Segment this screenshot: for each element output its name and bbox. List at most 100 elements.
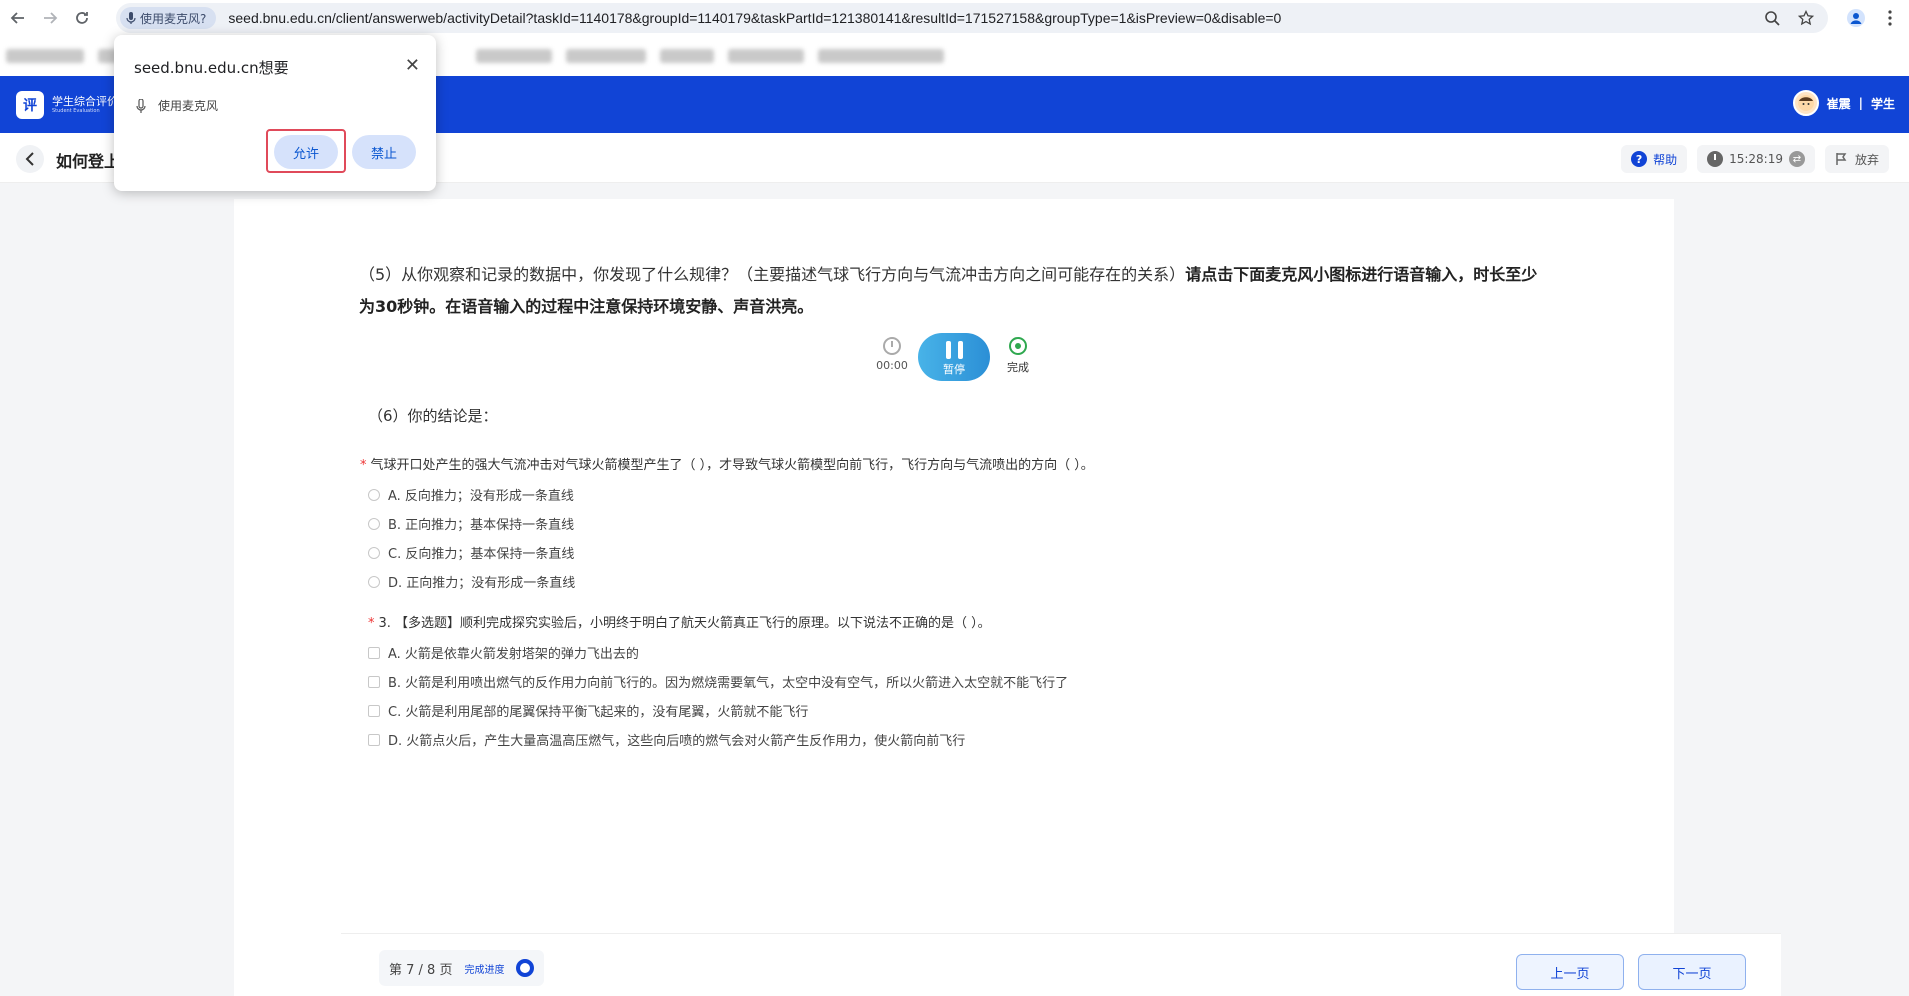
deny-button[interactable]: 禁止: [352, 135, 416, 169]
recorder-timer: 00:00: [874, 337, 910, 372]
done-button[interactable]: 完成: [1000, 337, 1036, 375]
checkbox-option[interactable]: D. 火箭点火后，产生大量高温高压燃气，这些向后喷的燃气会对火箭产生反作用力，使…: [368, 730, 965, 749]
timer-clock-icon: [883, 337, 901, 355]
help-button[interactable]: ? 帮助: [1621, 145, 1688, 173]
browser-menu-icon[interactable]: [1880, 4, 1900, 32]
page-info: 第 7 / 8 页 完成进度: [379, 950, 545, 986]
question-6-label: （6）你的结论是：: [368, 407, 498, 425]
logo-subtitle: Student Evaluation: [52, 107, 100, 114]
blurred-bookmark[interactable]: [660, 49, 714, 63]
done-label: 完成: [1007, 361, 1029, 374]
url-text[interactable]: seed.bnu.edu.cn/client/answerweb/activit…: [228, 10, 1281, 26]
prev-page-button[interactable]: 上一页: [1516, 954, 1624, 990]
page-title: 如何登上: [56, 152, 121, 171]
single-choice-stem: * 气球开口处产生的强大气流冲击对气球火箭模型产生了（ ），才导致气球火箭模型向前…: [360, 454, 1094, 473]
question-5-normal: （5）从你观察和记录的数据中，你发现了什么规律？（主要描述气球飞行方向与气流冲击…: [359, 265, 1186, 284]
help-label: 帮助: [1653, 152, 1678, 167]
browser-toolbar: 使用麦克风? seed.bnu.edu.cn/client/answerweb/…: [0, 0, 1909, 36]
permission-request-label: 使用麦克风: [158, 99, 219, 113]
blurred-bookmark[interactable]: [6, 49, 84, 63]
back-arrow-icon[interactable]: [4, 4, 32, 32]
radio-option[interactable]: A. 反向推力；没有形成一条直线: [368, 485, 574, 504]
option-label: A. 火箭是依靠火箭发射塔架的弹力飞出去的: [388, 647, 639, 662]
close-icon[interactable]: ✕: [405, 55, 420, 76]
multi-choice-stem-text: 3. 【多选题】顺利完成探究实验后，小明终于明白了航天火箭真正飞行的原理。以下说…: [378, 616, 991, 631]
option-label: B. 火箭是利用喷出燃气的反作用力向前飞行的。因为燃烧需要氧气，太空中没有空气，…: [388, 676, 1069, 691]
required-mark: *: [368, 616, 375, 631]
logo-title: 学生综合评价: [52, 94, 118, 108]
checkbox[interactable]: [368, 646, 380, 659]
flag-icon: [1836, 153, 1847, 165]
avatar[interactable]: [1792, 90, 1819, 116]
user-role: 学生: [1870, 96, 1895, 111]
progress-label: 完成进度: [464, 964, 505, 976]
radio-button[interactable]: [368, 546, 380, 559]
chevron-left-icon: [25, 152, 34, 166]
pause-button[interactable]: 暂停: [918, 333, 990, 381]
progress-ring-icon[interactable]: [516, 959, 535, 977]
user-separator: |: [1858, 96, 1863, 110]
blurred-bookmark[interactable]: [476, 49, 552, 63]
checkbox-option[interactable]: C. 火箭是利用尾部的尾翼保持平衡飞起来的，没有尾翼，火箭就不能飞行: [368, 701, 808, 720]
permission-request: 使用麦克风: [136, 97, 218, 114]
radio-option[interactable]: D. 正向推力；没有形成一条直线: [368, 572, 575, 591]
single-choice-stem-text: 气球开口处产生的强大气流冲击对气球火箭模型产生了（ ），才导致气球火箭模型向前飞…: [370, 458, 1094, 473]
clock-icon: [1707, 151, 1724, 167]
zoom-icon[interactable]: [1764, 10, 1780, 26]
radio-option[interactable]: B. 正向推力；基本保持一条直线: [368, 514, 574, 533]
done-icon: [1009, 337, 1027, 355]
bookmark-star-icon[interactable]: [1798, 10, 1814, 26]
option-label: D. 火箭点火后，产生大量高温高压燃气，这些向后喷的燃气会对火箭产生反作用力，使…: [388, 734, 966, 749]
address-bar[interactable]: 使用麦克风? seed.bnu.edu.cn/client/answerweb/…: [116, 3, 1828, 33]
checkbox[interactable]: [368, 733, 380, 746]
reload-icon[interactable]: [68, 4, 96, 32]
mic-permission-chip[interactable]: 使用麦克风?: [120, 7, 217, 29]
checkbox[interactable]: [368, 704, 380, 717]
pause-icon: [918, 333, 990, 359]
user-menu[interactable]: 崔震 | 学生: [1792, 90, 1895, 116]
abandon-button[interactable]: 放弃: [1824, 145, 1889, 173]
avatar-face-icon: [1797, 95, 1814, 111]
page-indicator: 第 7 / 8 页: [389, 962, 453, 978]
recorder-time: 00:00: [876, 359, 908, 372]
app-logo-icon: 评: [16, 90, 44, 119]
mic-chip-label: 使用麦克风?: [140, 11, 207, 26]
option-label: A. 反向推力；没有形成一条直线: [388, 489, 574, 504]
question-card: （5）从你观察和记录的数据中，你发现了什么规律？（主要描述气球飞行方向与气流冲击…: [234, 199, 1674, 996]
blurred-bookmark[interactable]: [728, 49, 804, 63]
option-label: B. 正向推力；基本保持一条直线: [388, 518, 575, 533]
question-5-text: （5）从你观察和记录的数据中，你发现了什么规律？（主要描述气球飞行方向与气流冲击…: [359, 259, 1539, 323]
pause-label: 暂停: [943, 363, 965, 376]
profile-icon[interactable]: [1842, 4, 1870, 32]
header-actions: ? 帮助 15:28:19 ⇄ 放弃: [1621, 145, 1889, 173]
allow-button[interactable]: 允许: [274, 135, 338, 169]
timer-text: 15:28:19: [1729, 152, 1783, 166]
mic-permission-popup: seed.bnu.edu.cn想要 ✕ 使用麦克风 允许 禁止: [114, 35, 436, 191]
pagination-footer: 第 7 / 8 页 完成进度 上一页 下一页: [341, 933, 1781, 996]
radio-button[interactable]: [368, 517, 380, 530]
blurred-bookmark[interactable]: [818, 49, 944, 63]
checkbox-option[interactable]: A. 火箭是依靠火箭发射塔架的弹力飞出去的: [368, 643, 639, 662]
multi-choice-stem: * 3. 【多选题】顺利完成探究实验后，小明终于明白了航天火箭真正飞行的原理。以下…: [368, 612, 991, 631]
popup-title: seed.bnu.edu.cn想要: [134, 59, 289, 77]
back-button[interactable]: [16, 145, 44, 173]
checkbox-option[interactable]: B. 火箭是利用喷出燃气的反作用力向前飞行的。因为燃烧需要氧气，太空中没有空气，…: [368, 672, 1068, 691]
swap-icon[interactable]: ⇄: [1788, 151, 1805, 167]
option-label: C. 反向推力；基本保持一条直线: [388, 547, 575, 562]
help-icon: ?: [1631, 151, 1648, 167]
radio-button[interactable]: [368, 488, 380, 501]
next-page-button[interactable]: 下一页: [1638, 954, 1746, 990]
user-name: 崔震: [1826, 96, 1851, 111]
timer-widget[interactable]: 15:28:19 ⇄: [1697, 145, 1815, 173]
blurred-bookmark[interactable]: [566, 49, 646, 63]
microphone-icon: [126, 12, 136, 24]
option-label: D. 正向推力；没有形成一条直线: [388, 576, 576, 591]
required-mark: *: [360, 458, 367, 473]
radio-option[interactable]: C. 反向推力；基本保持一条直线: [368, 543, 574, 562]
checkbox[interactable]: [368, 675, 380, 688]
app-logo-text: 学生综合评价 Student Evaluation: [52, 96, 118, 114]
forward-arrow-icon[interactable]: [36, 4, 64, 32]
abandon-label: 放弃: [1854, 152, 1879, 167]
voice-recorder: 00:00 暂停 完成: [874, 333, 1044, 383]
radio-button[interactable]: [368, 575, 380, 588]
